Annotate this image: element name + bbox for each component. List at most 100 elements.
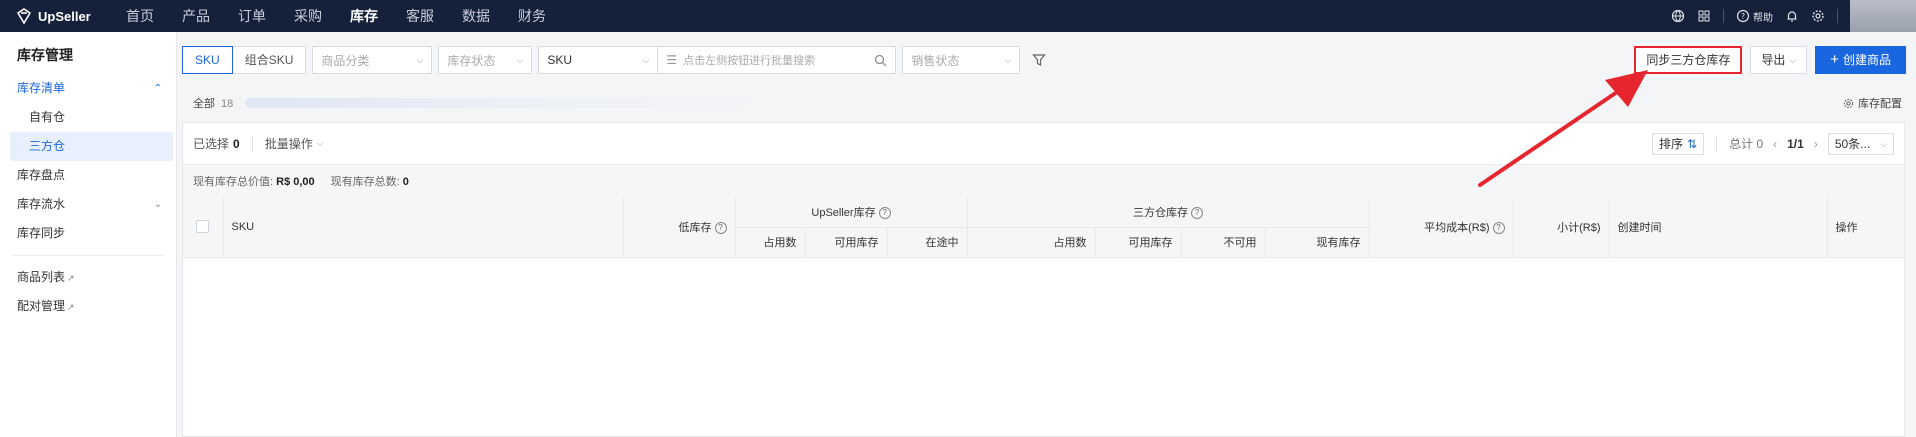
sidebar-divider: [12, 255, 164, 256]
filter-funnel-icon[interactable]: [1032, 53, 1047, 67]
header-available: 可用库存: [805, 227, 888, 258]
stock-value-label: 现有库存总价值:: [193, 176, 274, 188]
stock-summary: 现有库存总价值: R$ 0,00 现有库存总数: 0: [183, 165, 1904, 197]
header-subtotal: 小计(R$): [1513, 197, 1610, 258]
prev-page-icon[interactable]: ‹: [1773, 137, 1777, 151]
nav-inventory[interactable]: 库存: [336, 0, 392, 32]
category-select[interactable]: 商品分类 ⌵: [312, 46, 433, 74]
batch-actions-dropdown[interactable]: 批量操作 ⌵: [265, 135, 324, 152]
sidebar-item-third-party-warehouse[interactable]: 三方仓: [10, 132, 173, 161]
header-third-occupied: 占用数: [967, 227, 1096, 258]
nav-finance[interactable]: 财务: [504, 0, 560, 32]
next-page-icon[interactable]: ›: [1814, 137, 1818, 151]
warehouse-tabs-redacted: [245, 98, 766, 108]
filter-toolbar: SKU 组合SKU 商品分类 ⌵ 库存状态 ⌵ SKU ⌵ ☰ 点击左侧按钮进行…: [182, 46, 1906, 74]
app-logo[interactable]: UpSeller: [0, 8, 112, 24]
sidebar-item-inventory-list[interactable]: 库存清单 ⌃: [0, 74, 176, 103]
search-placeholder: 点击左侧按钮进行批量搜索: [683, 55, 816, 67]
help-link[interactable]: ? 帮助: [1736, 9, 1773, 24]
sidebar-item-product-list[interactable]: 商品列表 ↗: [0, 263, 176, 292]
export-label: 导出: [1761, 53, 1786, 67]
question-circle-icon: ?: [1736, 9, 1750, 23]
nav-customer-service[interactable]: 客服: [392, 0, 448, 32]
search-type-select[interactable]: SKU ⌵: [538, 46, 659, 74]
sidebar-item-label: 配对管理: [17, 299, 66, 313]
sort-label: 排序: [1659, 136, 1684, 151]
stock-value-summary: 现有库存总价值: R$ 0,00: [193, 173, 315, 189]
help-icon[interactable]: ?: [1492, 221, 1505, 234]
inventory-table: SKU 低库存? UpSeller库存? 三方仓库存? 平均成本(R$)? 小计…: [183, 197, 1904, 258]
chevron-down-icon: ⌄: [153, 199, 162, 210]
search-type-value: SKU: [547, 53, 573, 67]
chevron-down-icon: ⌵: [1004, 54, 1012, 65]
bell-icon[interactable]: [1785, 9, 1799, 23]
all-count: 18: [221, 98, 234, 110]
help-icon[interactable]: ?: [878, 206, 891, 219]
chevron-down-icon: ⌵: [316, 138, 324, 148]
gear-icon: [1843, 98, 1854, 108]
sidebar-item-pairing[interactable]: 配对管理 ↗: [0, 292, 176, 321]
top-divider-2: [1837, 9, 1838, 23]
sidebar-item-stock-flow[interactable]: 库存流水 ⌄: [0, 190, 176, 219]
tab-all-warehouses[interactable]: 全部 18: [193, 95, 233, 111]
app-name: UpSeller: [38, 8, 91, 24]
stock-qty: 0: [402, 176, 409, 188]
nav-orders[interactable]: 订单: [224, 0, 280, 32]
sale-status-placeholder: 销售状态: [911, 53, 960, 68]
svg-text:?: ?: [1741, 12, 1745, 21]
header-action: 操作: [1827, 197, 1904, 258]
help-icon[interactable]: ?: [1191, 206, 1203, 219]
tab-combo-sku[interactable]: 组合SKU: [232, 46, 307, 74]
header-unavailable: 不可用: [1181, 227, 1266, 258]
header-upseller-stock: UpSeller库存?: [735, 197, 968, 228]
header-in-transit: 在途中: [887, 227, 968, 258]
help-icon[interactable]: ?: [714, 221, 727, 234]
chevron-down-icon: ⌵: [1880, 138, 1887, 149]
stock-qty-summary: 现有库存总数: 0: [331, 173, 409, 189]
divider: [251, 136, 253, 151]
nav-data[interactable]: 数据: [448, 0, 504, 32]
nav-products[interactable]: 产品: [168, 0, 224, 32]
batch-label: 批量操作: [264, 137, 313, 151]
export-button[interactable]: 导出 ⌵: [1750, 46, 1808, 74]
search-icon[interactable]: [874, 54, 887, 67]
sync-third-party-stock-button[interactable]: 同步三方仓库存: [1634, 46, 1743, 74]
divider: [1716, 136, 1718, 151]
page-indicator: 1/1: [1787, 136, 1804, 151]
header-avg-cost: 平均成本(R$)?: [1369, 197, 1514, 258]
warehouse-status-row: 全部 18 库存配置: [193, 94, 1902, 112]
tab-sku[interactable]: SKU: [182, 46, 233, 74]
list-icon[interactable]: ☰: [666, 53, 677, 67]
sidebar-item-stock-sync[interactable]: 库存同步: [0, 219, 176, 248]
external-link-icon: ↗: [67, 273, 75, 283]
sidebar: 库存管理 库存清单 ⌃ 自有仓 三方仓 库存盘点 库存流水 ⌄ 库存同步 商品列…: [0, 32, 177, 437]
chevron-down-icon: ⌵: [416, 54, 424, 65]
nav-purchase[interactable]: 采购: [280, 0, 336, 32]
select-all-checkbox[interactable]: [196, 220, 210, 234]
total-count: 0: [1756, 137, 1764, 151]
external-link-icon: ↗: [67, 302, 75, 312]
apps-grid-icon[interactable]: [1697, 9, 1711, 23]
selected-count: 0: [233, 136, 240, 151]
sidebar-item-label: 库存流水: [17, 197, 66, 211]
globe-icon[interactable]: [1671, 9, 1685, 23]
nav-home[interactable]: 首页: [112, 0, 168, 32]
chevron-down-icon: ⌵: [642, 54, 650, 65]
sidebar-item-label: 商品列表: [17, 270, 66, 284]
page-size-value: 50条...: [1834, 136, 1871, 151]
sort-button[interactable]: 排序 ⇅: [1652, 132, 1705, 155]
header-sku: SKU: [223, 197, 624, 258]
sidebar-item-stocktake[interactable]: 库存盘点: [0, 161, 176, 190]
sidebar-item-own-warehouse[interactable]: 自有仓: [0, 103, 176, 132]
stock-status-select[interactable]: 库存状态 ⌵: [438, 46, 533, 74]
header-third-available: 可用库存: [1095, 227, 1182, 258]
inventory-config-link[interactable]: 库存配置: [1843, 95, 1902, 111]
sidebar-item-label: 库存清单: [17, 81, 66, 95]
user-avatar[interactable]: [1850, 0, 1916, 32]
sale-status-select[interactable]: 销售状态 ⌵: [902, 46, 1021, 74]
search-input[interactable]: ☰ 点击左侧按钮进行批量搜索: [658, 46, 897, 74]
settings-gear-icon[interactable]: [1811, 9, 1825, 23]
create-product-button[interactable]: + 创建商品: [1815, 46, 1906, 74]
create-product-label: 创建商品: [1842, 53, 1891, 67]
page-size-select[interactable]: 50条... ⌵: [1827, 132, 1894, 155]
